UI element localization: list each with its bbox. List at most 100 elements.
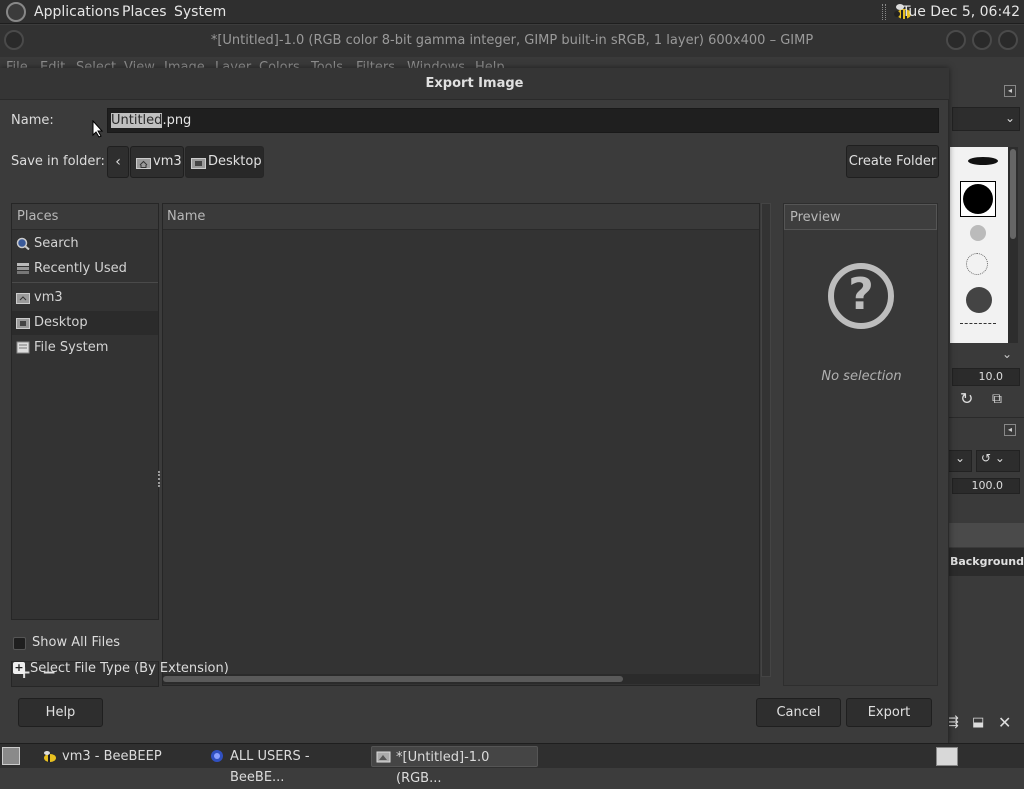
- chevron-down-icon[interactable]: ⌄: [1002, 347, 1012, 361]
- maximize-button[interactable]: [972, 30, 992, 50]
- brush-item-selected[interactable]: [960, 181, 996, 217]
- places-item-label: File System: [34, 340, 109, 355]
- dialog-title: Export Image: [0, 68, 949, 100]
- vertical-scrollbar[interactable]: [761, 203, 771, 677]
- brush-grid[interactable]: [950, 147, 1008, 343]
- places-item-label: Desktop: [34, 315, 88, 330]
- top-panel: Applications Places System Tue Dec 5, 06…: [0, 0, 1024, 24]
- show-desktop-icon[interactable]: [2, 747, 20, 765]
- panel-separator: [882, 4, 886, 20]
- merge-icon[interactable]: ⬓: [972, 715, 984, 730]
- expander-plus-icon[interactable]: +: [13, 662, 25, 674]
- brush-item[interactable]: [970, 225, 986, 241]
- scrollbar-thumb[interactable]: [163, 676, 623, 682]
- preview-header: Preview: [784, 204, 937, 230]
- minimize-button[interactable]: [946, 30, 966, 50]
- pane-resize-handle[interactable]: [158, 471, 161, 487]
- close-window-button[interactable]: [998, 30, 1018, 50]
- clock[interactable]: Tue Dec 5, 06:42: [902, 4, 1020, 20]
- refresh-icon[interactable]: ↻: [960, 389, 973, 408]
- task-all-users[interactable]: ALL USERS - BeeBE...: [206, 746, 368, 785]
- path-button-desktop[interactable]: Desktop: [185, 146, 264, 178]
- desktop-folder-icon: [16, 318, 30, 329]
- places-separator: [12, 282, 158, 283]
- select-file-type-expander[interactable]: Select File Type (By Extension): [30, 661, 229, 676]
- brush-selector[interactable]: ⌄: [952, 107, 1020, 131]
- task-label: ALL USERS - BeeBE...: [230, 749, 310, 785]
- places-item-label: Search: [34, 236, 79, 251]
- opacity-value: 100.0: [971, 479, 1004, 492]
- chevron-left-icon: ‹: [115, 154, 121, 170]
- taskbar: vm3 - BeeBEEP ALL USERS - BeeBE... *[Unt…: [0, 743, 1024, 786]
- filename-input[interactable]: Untitled.png: [107, 108, 939, 133]
- export-button[interactable]: Export: [846, 698, 932, 727]
- cancel-button[interactable]: Cancel: [756, 698, 841, 727]
- opacity-spinner[interactable]: 100.0: [952, 478, 1020, 494]
- applications-menu[interactable]: Applications: [34, 4, 120, 20]
- dock-configure-icon[interactable]: ◂: [1004, 424, 1016, 436]
- mouse-pointer-icon: [92, 120, 104, 138]
- show-all-files-checkbox[interactable]: [13, 637, 26, 650]
- places-sidebar: Places Search Recently Used vm3 Desktop …: [11, 203, 159, 620]
- applications-menu-icon[interactable]: [6, 2, 26, 22]
- brush-item[interactable]: [968, 157, 998, 165]
- places-menu[interactable]: Places: [122, 4, 167, 20]
- task-gimp[interactable]: *[Untitled]-1.0 (RGB...: [371, 746, 538, 786]
- desktop-folder-icon: [191, 158, 206, 169]
- places-item-desktop[interactable]: Desktop: [12, 311, 158, 335]
- preview-empty-text: No selection: [821, 369, 902, 384]
- align-icon[interactable]: ⇶: [948, 715, 959, 730]
- path-label-desktop: Desktop: [208, 154, 262, 169]
- layer-row-background[interactable]: Background: [948, 548, 1024, 576]
- chevron-down-icon: ⌄: [1005, 111, 1016, 125]
- places-item-recent[interactable]: Recently Used: [12, 257, 158, 281]
- places-item-search[interactable]: Search: [12, 232, 158, 256]
- task-label: vm3 - BeeBEEP: [62, 749, 162, 764]
- places-item-label: Recently Used: [34, 261, 127, 276]
- brush-scrollbar[interactable]: [1008, 147, 1018, 343]
- gimp-icon: [376, 751, 391, 763]
- horizontal-scrollbar[interactable]: [163, 674, 759, 684]
- mode-dropdown[interactable]: ⌄: [948, 450, 972, 472]
- help-button[interactable]: Help: [18, 698, 103, 727]
- places-header: Places: [12, 204, 158, 230]
- search-icon: [16, 237, 30, 250]
- home-folder-icon: [16, 293, 30, 304]
- open-as-image-icon[interactable]: ⧉: [992, 391, 1002, 407]
- system-menu[interactable]: System: [174, 4, 226, 20]
- brush-size-spinner[interactable]: 10.0: [952, 368, 1020, 386]
- brush-item[interactable]: [966, 287, 992, 313]
- filename-extension: .png: [162, 113, 192, 128]
- gimp-window-title: *[Untitled]-1.0 (RGB color 8-bit gamma i…: [210, 33, 814, 48]
- places-item-filesystem[interactable]: File System: [12, 336, 158, 360]
- delete-layer-icon[interactable]: ✕: [998, 713, 1011, 732]
- brush-item[interactable]: [960, 323, 996, 339]
- gimp-dock: ◂ ⌄ ⌄ 10.0 ↻ ⧉ ◂ ⌄ ↺ ⌄ 100.0 Background …: [948, 77, 1024, 743]
- brush-size-value: 10.0: [978, 370, 1004, 383]
- filename-selected-text: Untitled: [111, 113, 163, 128]
- question-icon: ?: [828, 263, 894, 329]
- task-beebeep[interactable]: vm3 - BeeBEEP: [38, 746, 198, 767]
- path-back-button[interactable]: ‹: [107, 146, 129, 178]
- beebeep-icon: [44, 751, 56, 762]
- places-item-vm3[interactable]: vm3: [12, 286, 158, 310]
- workspace-switcher[interactable]: [936, 747, 958, 766]
- places-item-label: vm3: [34, 290, 63, 305]
- export-dialog: Export Image Name: Untitled.png Save in …: [0, 68, 949, 743]
- gimp-titlebar: *[Untitled]-1.0 (RGB color 8-bit gamma i…: [0, 25, 1024, 57]
- name-column-header[interactable]: Name: [163, 204, 759, 230]
- show-all-files-label[interactable]: Show All Files: [32, 635, 120, 650]
- layer-row-empty[interactable]: [948, 523, 1024, 547]
- path-button-vm3[interactable]: vm3: [130, 146, 184, 178]
- name-label: Name:: [11, 113, 54, 128]
- save-in-label: Save in folder:: [11, 154, 105, 169]
- chat-icon: [211, 750, 223, 762]
- create-folder-button[interactable]: Create Folder: [846, 145, 939, 178]
- drive-icon: [16, 341, 30, 354]
- home-folder-icon: [136, 158, 151, 169]
- brush-item[interactable]: [966, 253, 988, 275]
- dock-configure-icon[interactable]: ◂: [1004, 85, 1016, 97]
- composite-dropdown[interactable]: ↺ ⌄: [976, 450, 1020, 472]
- file-list[interactable]: Name: [162, 203, 760, 686]
- layer-name: Background: [949, 555, 1024, 568]
